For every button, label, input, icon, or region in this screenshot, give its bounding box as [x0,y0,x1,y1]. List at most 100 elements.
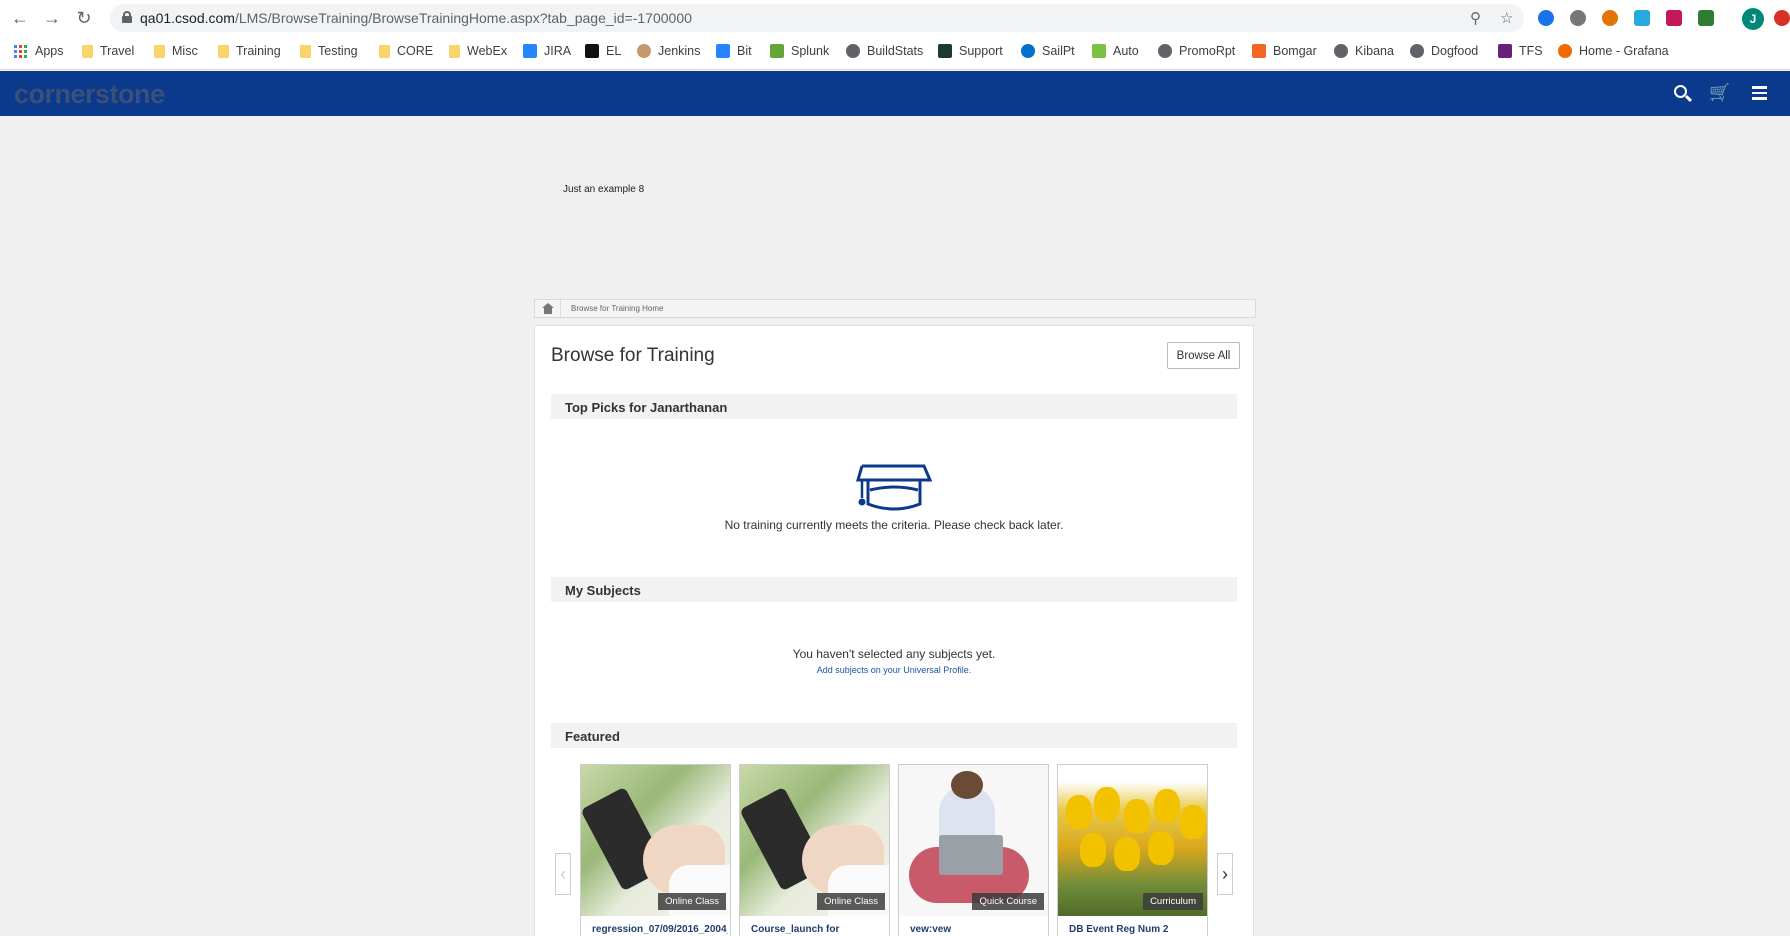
page-title: Browse for Training [551,345,715,366]
bookmark-label: Support [959,44,1003,58]
bookmark-testing[interactable]: Testing [300,44,358,58]
globe-icon [846,44,860,58]
bookmark-tfs[interactable]: TFS [1498,44,1543,58]
course-title-link[interactable]: DB Event Reg Num 2 [1069,924,1205,935]
bomgar-icon [1252,44,1266,58]
section-title: My Subjects [565,583,641,598]
featured-tile[interactable]: Curriculum DB Event Reg Num 2 [1057,764,1208,936]
section-title: Featured [565,729,620,744]
sailpoint-icon [1021,44,1035,58]
featured-header: Featured [551,723,1237,748]
bookmark-travel[interactable]: Travel [82,44,134,58]
home-icon[interactable] [542,303,554,314]
jenkins-icon [637,44,651,58]
menu-icon[interactable] [1748,82,1770,104]
add-subjects-link[interactable]: Add subjects on your Universal Profile. [551,665,1237,675]
auto-icon [1092,44,1106,58]
bookmark-bomgar[interactable]: Bomgar [1252,44,1317,58]
extension-red-icon[interactable] [1774,10,1790,26]
bookmark-auto[interactable]: Auto [1092,44,1139,58]
extension-green-icon[interactable] [1698,10,1714,26]
course-type-badge: Online Class [817,893,885,910]
browse-all-button[interactable]: Browse All [1167,342,1240,369]
extension-globe-icon[interactable] [1570,10,1586,26]
folder-icon [154,44,165,58]
support-icon [938,44,952,58]
grafana-icon [1558,44,1572,58]
site-header: cornerstone 🛒 [0,71,1790,116]
banner-text: Just an example 8 [563,184,645,195]
reload-icon[interactable]: ↻ [72,6,96,30]
bookmark-label: Misc [172,44,198,58]
bookmark-label: Bomgar [1273,44,1317,58]
carousel-prev-arrow-icon[interactable]: ‹ [555,853,571,895]
apps-icon [14,44,27,58]
bookmark-promorpt[interactable]: PromoRpt [1158,44,1235,58]
bookmark-bit[interactable]: Bit [716,44,752,58]
my-subjects-empty-message: You haven't selected any subjects yet. [792,647,996,661]
cart-icon[interactable]: 🛒 [1709,82,1731,104]
bookmark-label: Splunk [791,44,830,58]
bookmarks-bar: Apps Travel Misc Training Testing CORE W… [0,36,1790,70]
search-icon[interactable] [1671,82,1693,104]
bookmark-support[interactable]: Support [938,44,1003,58]
bookmark-label: BuildStats [867,44,924,58]
bookmark-label: EL [606,44,622,58]
bookmark-label: Kibana [1355,44,1394,58]
featured-tile[interactable]: Quick Course vew:vew [898,764,1049,936]
profile-avatar[interactable]: J [1742,8,1764,30]
back-arrow-icon[interactable]: ← [8,6,32,30]
bookmark-splunk[interactable]: Splunk [770,44,829,58]
extension-circle-icon[interactable] [1538,10,1554,26]
carousel-next-arrow-icon[interactable]: › [1217,853,1233,895]
bookmark-el[interactable]: EL [585,44,621,58]
url-host: qa01.csod.com [140,10,235,26]
bookmark-apps[interactable]: Apps [14,44,64,58]
bookmark-buildstats[interactable]: BuildStats [846,44,923,58]
featured-tile[interactable]: Online Class Course_launch for [739,764,890,936]
zoom-icon[interactable]: ⚲ [1470,9,1481,27]
course-title-link[interactable]: regression_07/09/2016_2004_r [592,924,728,935]
course-type-badge: Quick Course [972,893,1044,910]
extension-eye-icon[interactable] [1602,10,1618,26]
extension-ms-icon[interactable] [1634,10,1650,26]
breadcrumb-current: Browse for Training Home [571,304,664,313]
bookmark-jira[interactable]: JIRA [523,44,571,58]
bookmark-dogfood[interactable]: Dogfood [1410,44,1478,58]
bookmark-label: JIRA [544,44,572,58]
bookmark-kibana[interactable]: Kibana [1334,44,1394,58]
bookmark-sailpt[interactable]: SailPt [1021,44,1075,58]
bitbucket-icon [716,44,730,58]
bookmark-grafana[interactable]: Home - Grafana [1558,44,1669,58]
course-title-link[interactable]: Course_launch for [751,924,887,935]
breadcrumb: Browse for Training Home [534,299,1256,318]
featured-tile[interactable]: Online Class regression_07/09/2016_2004_… [580,764,731,936]
forward-arrow-icon[interactable]: → [40,6,64,30]
folder-icon [449,44,460,58]
bookmark-core[interactable]: CORE [379,44,433,58]
bookmark-label: Testing [318,44,358,58]
bookmark-misc[interactable]: Misc [154,44,198,58]
extension-x-icon[interactable] [1666,10,1682,26]
folder-icon [300,44,311,58]
globe-icon [1158,44,1172,58]
bookmark-label: Home - Grafana [1579,44,1669,58]
star-icon[interactable]: ☆ [1500,9,1513,27]
teamcity-icon [585,44,599,58]
bookmark-jenkins[interactable]: Jenkins [637,44,700,58]
bookmark-training[interactable]: Training [218,44,281,58]
folder-icon [218,44,229,58]
splunk-icon [770,44,784,58]
bookmark-label: CORE [397,44,434,58]
folder-icon [379,44,390,58]
cornerstone-logo[interactable]: cornerstone [14,79,165,110]
jira-icon [523,44,537,58]
globe-icon [1410,44,1424,58]
bookmark-label: PromoRpt [1179,44,1236,58]
course-title-link[interactable]: vew:vew [910,924,1046,935]
bookmark-webex[interactable]: WebEx [449,44,507,58]
globe-icon [1334,44,1348,58]
url-text[interactable]: qa01.csod.com/LMS/BrowseTraining/BrowseT… [140,10,692,26]
bookmark-label: Jenkins [658,44,701,58]
address-bar[interactable]: qa01.csod.com/LMS/BrowseTraining/BrowseT… [110,4,1524,32]
